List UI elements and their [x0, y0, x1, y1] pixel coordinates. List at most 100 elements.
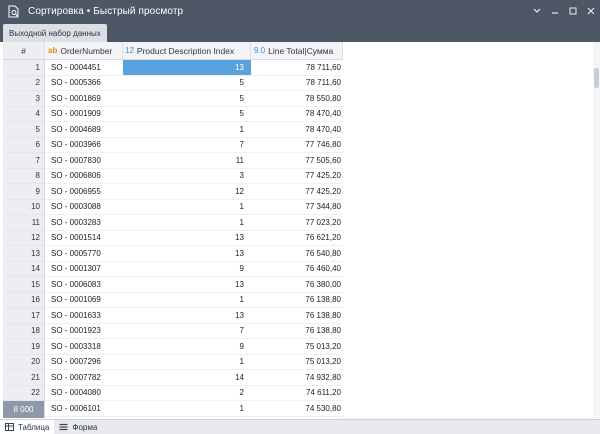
column-header-ordernumber[interactable]: ab OrderNumber: [45, 42, 123, 59]
data-grid[interactable]: # ab OrderNumber 12 Product Description …: [3, 42, 600, 418]
row-number[interactable]: 22: [3, 385, 45, 401]
line-total-cell[interactable]: 76 138,80: [251, 324, 343, 339]
line-total-cell[interactable]: 74 932,80: [251, 370, 343, 386]
row-number[interactable]: 11: [3, 215, 45, 231]
ordernumber-cell[interactable]: SO - 0005770: [45, 246, 123, 262]
product-description-index-cell[interactable]: 13: [123, 308, 251, 324]
ordernumber-cell[interactable]: SO - 0001909: [45, 107, 123, 122]
line-total-cell[interactable]: 78 470,40: [251, 107, 343, 122]
close-icon[interactable]: [582, 0, 600, 22]
line-total-cell[interactable]: 76 380,00: [251, 277, 343, 293]
product-description-index-cell[interactable]: 1: [123, 200, 251, 215]
ordernumber-cell[interactable]: SO - 0001514: [45, 231, 123, 246]
line-total-cell[interactable]: 78 711,60: [251, 60, 343, 76]
ordernumber-cell[interactable]: SO - 0006806: [45, 169, 123, 184]
ordernumber-cell[interactable]: SO - 0003283: [45, 215, 123, 231]
table-row[interactable]: 11 SO - 0003283 1 77 023,20: [3, 215, 343, 231]
row-number[interactable]: 8: [3, 168, 45, 184]
ordernumber-cell[interactable]: SO - 0005366: [45, 76, 123, 91]
table-row[interactable]: 7 SO - 0007830 11 77 505,60: [3, 153, 343, 169]
table-row[interactable]: 2 SO - 0005366 5 78 711,60: [3, 75, 343, 91]
row-number[interactable]: 14: [3, 261, 45, 277]
line-total-cell[interactable]: 76 138,80: [251, 293, 343, 308]
table-row[interactable]: 10 SO - 0003088 1 77 344,80: [3, 199, 343, 215]
table-row[interactable]: 17 SO - 0001633 13 76 138,80: [3, 308, 343, 324]
product-description-index-cell[interactable]: 5: [123, 107, 251, 122]
view-tab-table[interactable]: Таблица: [0, 420, 55, 434]
line-total-cell[interactable]: 77 425,20: [251, 184, 343, 200]
ordernumber-cell[interactable]: SO - 0001923: [45, 324, 123, 339]
row-number[interactable]: 9: [3, 184, 45, 200]
row-number[interactable]: 4: [3, 106, 45, 122]
line-total-cell[interactable]: 77 505,60: [251, 153, 343, 169]
product-description-index-cell[interactable]: 3: [123, 169, 251, 184]
row-number[interactable]: 19: [3, 339, 45, 355]
ordernumber-cell[interactable]: SO - 0006955: [45, 184, 123, 200]
row-number[interactable]: 10: [3, 199, 45, 215]
table-row[interactable]: 12 SO - 0001514 13 76 621,20: [3, 230, 343, 246]
product-description-index-cell[interactable]: 13: [123, 277, 251, 293]
table-row[interactable]: 5 SO - 0004689 1 78 470,40: [3, 122, 343, 138]
maximize-icon[interactable]: [564, 0, 582, 22]
product-description-index-cell[interactable]: 12: [123, 184, 251, 200]
table-row[interactable]: 15 SO - 0006083 13 76 380,00: [3, 277, 343, 293]
line-total-cell[interactable]: 74 611,20: [251, 386, 343, 401]
table-row[interactable]: 21 SO - 0007782 14 74 932,80: [3, 370, 343, 386]
line-total-cell[interactable]: 75 013,20: [251, 355, 343, 370]
product-description-index-cell[interactable]: 7: [123, 417, 251, 419]
product-description-index-cell[interactable]: 1: [123, 355, 251, 370]
row-number[interactable]: 15: [3, 277, 45, 293]
column-header-product-description-index[interactable]: 12 Product Description Index: [123, 42, 251, 59]
ordernumber-cell[interactable]: SO - 0003088: [45, 200, 123, 215]
ordernumber-cell[interactable]: SO - 0004451: [45, 60, 123, 76]
line-total-cell[interactable]: 76 540,80: [251, 246, 343, 262]
ordernumber-cell[interactable]: SO - 0007296: [45, 355, 123, 370]
row-number[interactable]: 12: [3, 230, 45, 246]
row-number[interactable]: 3: [3, 91, 45, 107]
table-row[interactable]: 19 SO - 0003318 9 75 013,20: [3, 339, 343, 355]
table-row[interactable]: 3 SO - 0001869 5 78 550,80: [3, 91, 343, 107]
row-number[interactable]: 2: [3, 75, 45, 91]
line-total-cell[interactable]: 76 621,20: [251, 231, 343, 246]
line-total-cell[interactable]: 77 746,80: [251, 138, 343, 153]
product-description-index-cell[interactable]: 5: [123, 91, 251, 107]
line-total-cell[interactable]: 78 470,40: [251, 122, 343, 138]
line-total-cell[interactable]: 77 023,20: [251, 215, 343, 231]
product-description-index-cell[interactable]: 14: [123, 370, 251, 386]
table-row[interactable]: 20 SO - 0007296 1 75 013,20: [3, 354, 343, 370]
ordernumber-cell[interactable]: SO - 0004689: [45, 122, 123, 138]
line-total-cell[interactable]: 76 138,80: [251, 308, 343, 324]
product-description-index-cell[interactable]: 7: [123, 324, 251, 339]
product-description-index-cell[interactable]: 1: [123, 401, 251, 417]
product-description-index-cell[interactable]: 1: [123, 122, 251, 138]
row-number[interactable]: 21: [3, 370, 45, 386]
ordernumber-cell[interactable]: SO - 0001069: [45, 293, 123, 308]
line-total-cell[interactable]: 76 460,40: [251, 262, 343, 277]
rownum-header[interactable]: #: [3, 42, 45, 59]
product-description-index-cell[interactable]: 9: [123, 339, 251, 355]
row-number[interactable]: 6: [3, 137, 45, 153]
product-description-index-cell[interactable]: 1: [123, 293, 251, 308]
line-total-cell[interactable]: 75 013,20: [251, 339, 343, 355]
column-header-line-total[interactable]: 9.0 Line Total|Сумма: [251, 42, 343, 59]
product-description-index-cell[interactable]: 13: [123, 246, 251, 262]
row-number[interactable]: 13: [3, 246, 45, 262]
tab-output-dataset[interactable]: Выходной набор данных: [3, 24, 107, 42]
ordernumber-cell[interactable]: SO - 0004080: [45, 386, 123, 401]
product-description-index-cell[interactable]: 1: [123, 215, 251, 231]
ordernumber-cell[interactable]: SO - 0003966: [45, 138, 123, 153]
row-number[interactable]: 7: [3, 153, 45, 169]
minimize-icon[interactable]: [546, 0, 564, 22]
table-row[interactable]: 16 SO - 0001069 1 76 138,80: [3, 292, 343, 308]
ordernumber-cell[interactable]: SO - 0001633: [45, 308, 123, 324]
product-description-index-cell[interactable]: 2: [123, 386, 251, 401]
table-row[interactable]: 14 SO - 0001307 9 76 460,40: [3, 261, 343, 277]
line-total-cell[interactable]: 77 425,20: [251, 169, 343, 184]
chevron-down-icon[interactable]: [528, 0, 546, 22]
row-number[interactable]: 17: [3, 308, 45, 324]
ordernumber-cell[interactable]: SO - 0004542: [45, 417, 123, 419]
row-number[interactable]: 1: [3, 60, 45, 76]
row-number[interactable]: 18: [3, 323, 45, 339]
table-row[interactable]: 8 SO - 0006806 3 77 425,20: [3, 168, 343, 184]
line-total-cell[interactable]: 74 289,20: [251, 417, 343, 419]
